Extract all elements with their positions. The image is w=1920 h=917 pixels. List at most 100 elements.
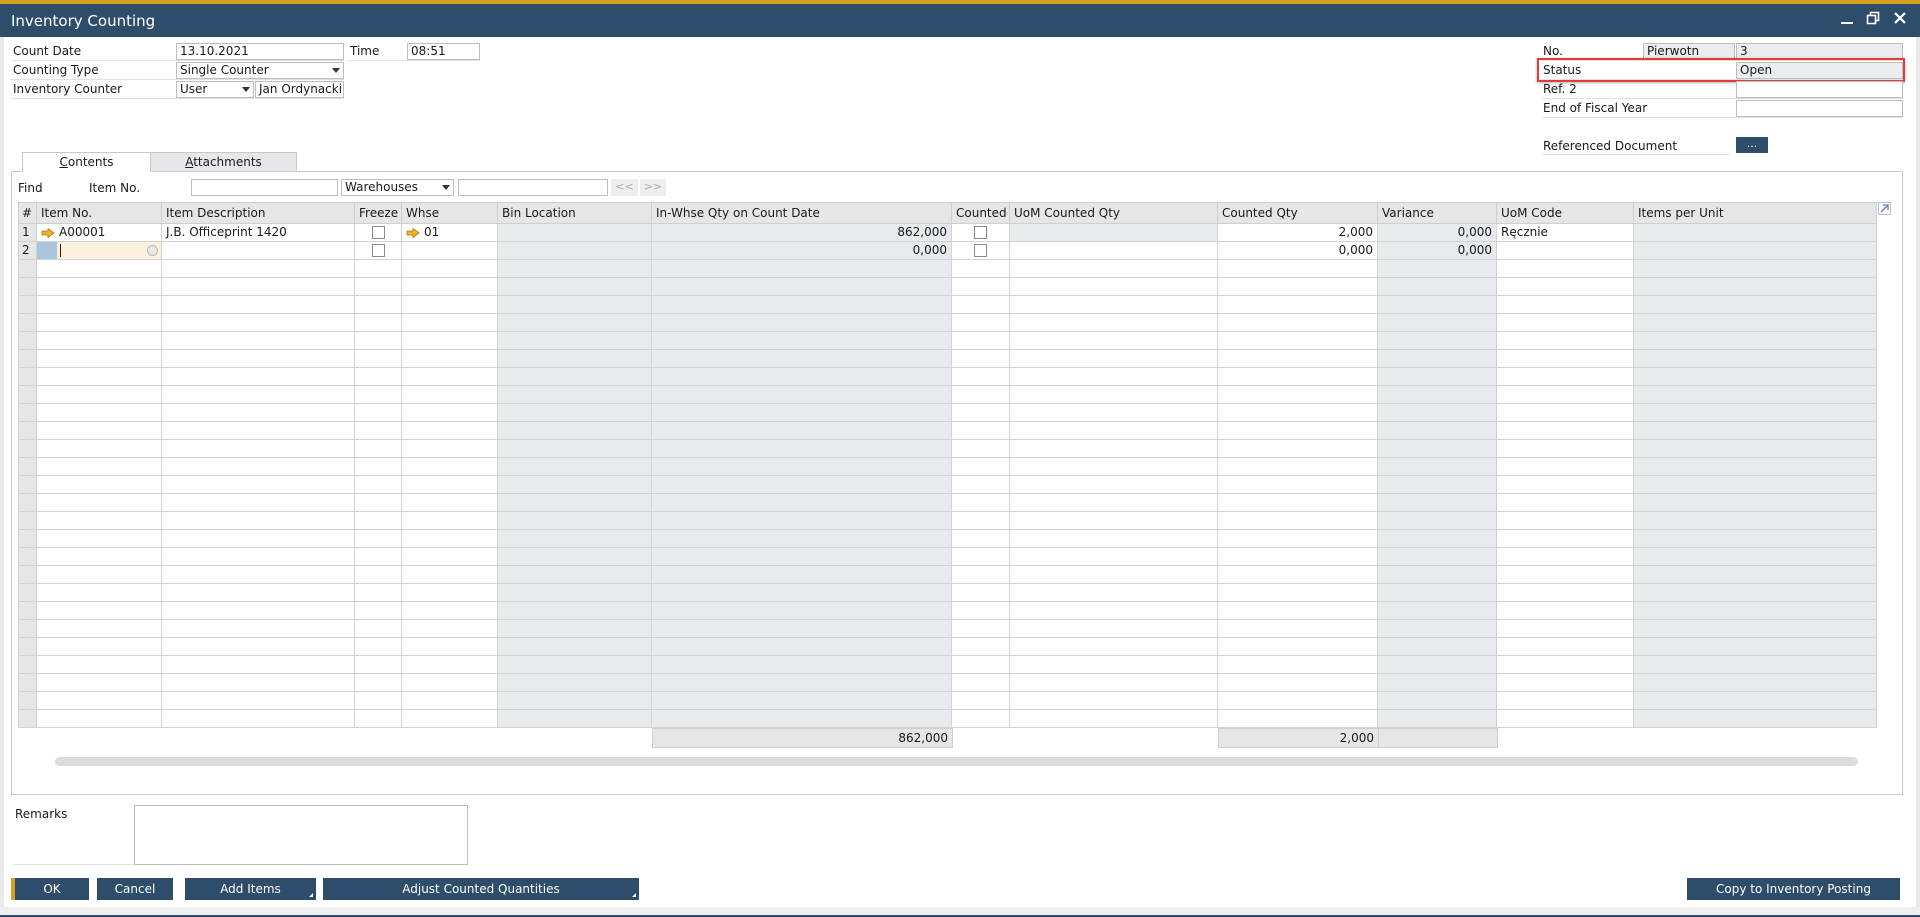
cell-in-whse-qty[interactable] bbox=[652, 566, 952, 584]
cell-freeze[interactable] bbox=[355, 242, 402, 260]
cell-uom-counted-qty[interactable] bbox=[1010, 674, 1218, 692]
cell-counted[interactable] bbox=[952, 332, 1010, 350]
cell-item-description[interactable] bbox=[162, 674, 355, 692]
cell-freeze[interactable] bbox=[355, 260, 402, 278]
cell-item-no[interactable] bbox=[37, 404, 162, 422]
cell-whse[interactable] bbox=[402, 548, 498, 566]
column-header-row-number[interactable]: # bbox=[18, 202, 37, 224]
cell-items-per-unit[interactable] bbox=[1634, 548, 1877, 566]
cell-item-description[interactable] bbox=[162, 440, 355, 458]
cell-counted[interactable] bbox=[952, 494, 1010, 512]
cell-counted[interactable] bbox=[952, 260, 1010, 278]
cell-counted[interactable] bbox=[952, 530, 1010, 548]
cell-items-per-unit[interactable] bbox=[1634, 368, 1877, 386]
cell-counted[interactable] bbox=[952, 350, 1010, 368]
cell-freeze[interactable] bbox=[355, 386, 402, 404]
checkbox[interactable] bbox=[371, 226, 385, 239]
cell-counted-qty[interactable] bbox=[1218, 386, 1378, 404]
cell-uom-counted-qty[interactable] bbox=[1010, 476, 1218, 494]
cell-item-description[interactable] bbox=[162, 242, 355, 260]
cell-uom-code[interactable] bbox=[1497, 458, 1634, 476]
cell-item-no[interactable] bbox=[37, 260, 162, 278]
cell-bin-location[interactable] bbox=[498, 440, 652, 458]
cell-variance[interactable] bbox=[1378, 332, 1497, 350]
cell-in-whse-qty[interactable] bbox=[652, 404, 952, 422]
cell-variance[interactable] bbox=[1378, 350, 1497, 368]
next-button[interactable]: >> bbox=[640, 179, 666, 196]
cell-whse[interactable] bbox=[402, 314, 498, 332]
cell-items-per-unit[interactable] bbox=[1634, 350, 1877, 368]
checkbox[interactable] bbox=[371, 244, 385, 257]
cell-uom-code[interactable] bbox=[1497, 386, 1634, 404]
column-header-bin-location[interactable]: Bin Location bbox=[498, 202, 652, 224]
cell-counted-qty[interactable] bbox=[1218, 494, 1378, 512]
cell-in-whse-qty[interactable] bbox=[652, 314, 952, 332]
cell-counted[interactable] bbox=[952, 566, 1010, 584]
remarks-textarea[interactable] bbox=[134, 805, 468, 865]
cell-items-per-unit[interactable] bbox=[1634, 404, 1877, 422]
cell-in-whse-qty[interactable] bbox=[652, 368, 952, 386]
cell-bin-location[interactable] bbox=[498, 548, 652, 566]
cell-bin-location[interactable] bbox=[498, 368, 652, 386]
cell-freeze[interactable] bbox=[355, 656, 402, 674]
cell-variance[interactable] bbox=[1378, 440, 1497, 458]
warehouse-search-input[interactable] bbox=[458, 179, 608, 196]
cell-uom-counted-qty[interactable] bbox=[1010, 692, 1218, 710]
ref2-field[interactable] bbox=[1736, 81, 1903, 98]
counter-name-field[interactable]: Jan Ordynacki bbox=[255, 81, 344, 98]
cell-variance[interactable] bbox=[1378, 692, 1497, 710]
cell-item-description[interactable] bbox=[162, 476, 355, 494]
cell-uom-code[interactable] bbox=[1497, 242, 1634, 260]
cell-counted[interactable] bbox=[952, 296, 1010, 314]
cell-in-whse-qty[interactable] bbox=[652, 350, 952, 368]
cell-in-whse-qty[interactable] bbox=[652, 656, 952, 674]
cell-counted-qty[interactable] bbox=[1218, 512, 1378, 530]
cell-item-no[interactable] bbox=[37, 278, 162, 296]
cell-bin-location[interactable] bbox=[498, 656, 652, 674]
link-arrow-icon[interactable] bbox=[41, 227, 55, 238]
cell-freeze[interactable] bbox=[355, 368, 402, 386]
cell-bin-location[interactable] bbox=[498, 602, 652, 620]
column-header-item-description[interactable]: Item Description bbox=[162, 202, 355, 224]
cell-item-description[interactable] bbox=[162, 332, 355, 350]
cell-uom-code[interactable] bbox=[1497, 656, 1634, 674]
cell-counted[interactable] bbox=[952, 584, 1010, 602]
cell-counted-qty[interactable] bbox=[1218, 638, 1378, 656]
cell-items-per-unit[interactable] bbox=[1634, 638, 1877, 656]
cell-item-no[interactable] bbox=[37, 296, 162, 314]
cell-counted[interactable] bbox=[952, 368, 1010, 386]
cell-counted-qty[interactable] bbox=[1218, 314, 1378, 332]
cell-item-description[interactable] bbox=[162, 584, 355, 602]
cell-counted-qty[interactable] bbox=[1218, 404, 1378, 422]
cell-in-whse-qty[interactable] bbox=[652, 620, 952, 638]
cell-item-no[interactable] bbox=[37, 242, 162, 260]
cell-bin-location[interactable] bbox=[498, 692, 652, 710]
cell-items-per-unit[interactable] bbox=[1634, 458, 1877, 476]
cell-item-description[interactable] bbox=[162, 314, 355, 332]
cell-freeze[interactable] bbox=[355, 440, 402, 458]
cell-variance[interactable] bbox=[1378, 530, 1497, 548]
cell-item-no[interactable] bbox=[37, 710, 162, 728]
cell-variance[interactable] bbox=[1378, 278, 1497, 296]
tab-attachments[interactable]: Attachments bbox=[150, 152, 297, 172]
cell-items-per-unit[interactable] bbox=[1634, 260, 1877, 278]
cell-whse[interactable] bbox=[402, 476, 498, 494]
cell-whse[interactable] bbox=[402, 512, 498, 530]
cell-whse[interactable] bbox=[402, 332, 498, 350]
cell-uom-code[interactable] bbox=[1497, 368, 1634, 386]
cell-freeze[interactable] bbox=[355, 548, 402, 566]
cell-uom-code[interactable] bbox=[1497, 404, 1634, 422]
cell-counted[interactable] bbox=[952, 638, 1010, 656]
cell-freeze[interactable] bbox=[355, 674, 402, 692]
cell-item-no[interactable] bbox=[37, 422, 162, 440]
cell-whse[interactable] bbox=[402, 404, 498, 422]
cell-items-per-unit[interactable] bbox=[1634, 242, 1877, 260]
cell-uom-code[interactable] bbox=[1497, 422, 1634, 440]
cell-uom-counted-qty[interactable] bbox=[1010, 566, 1218, 584]
cell-counted-qty[interactable] bbox=[1218, 674, 1378, 692]
cell-item-no[interactable] bbox=[37, 584, 162, 602]
cell-bin-location[interactable] bbox=[498, 224, 652, 242]
cell-freeze[interactable] bbox=[355, 404, 402, 422]
cell-bin-location[interactable] bbox=[498, 620, 652, 638]
cell-freeze[interactable] bbox=[355, 530, 402, 548]
